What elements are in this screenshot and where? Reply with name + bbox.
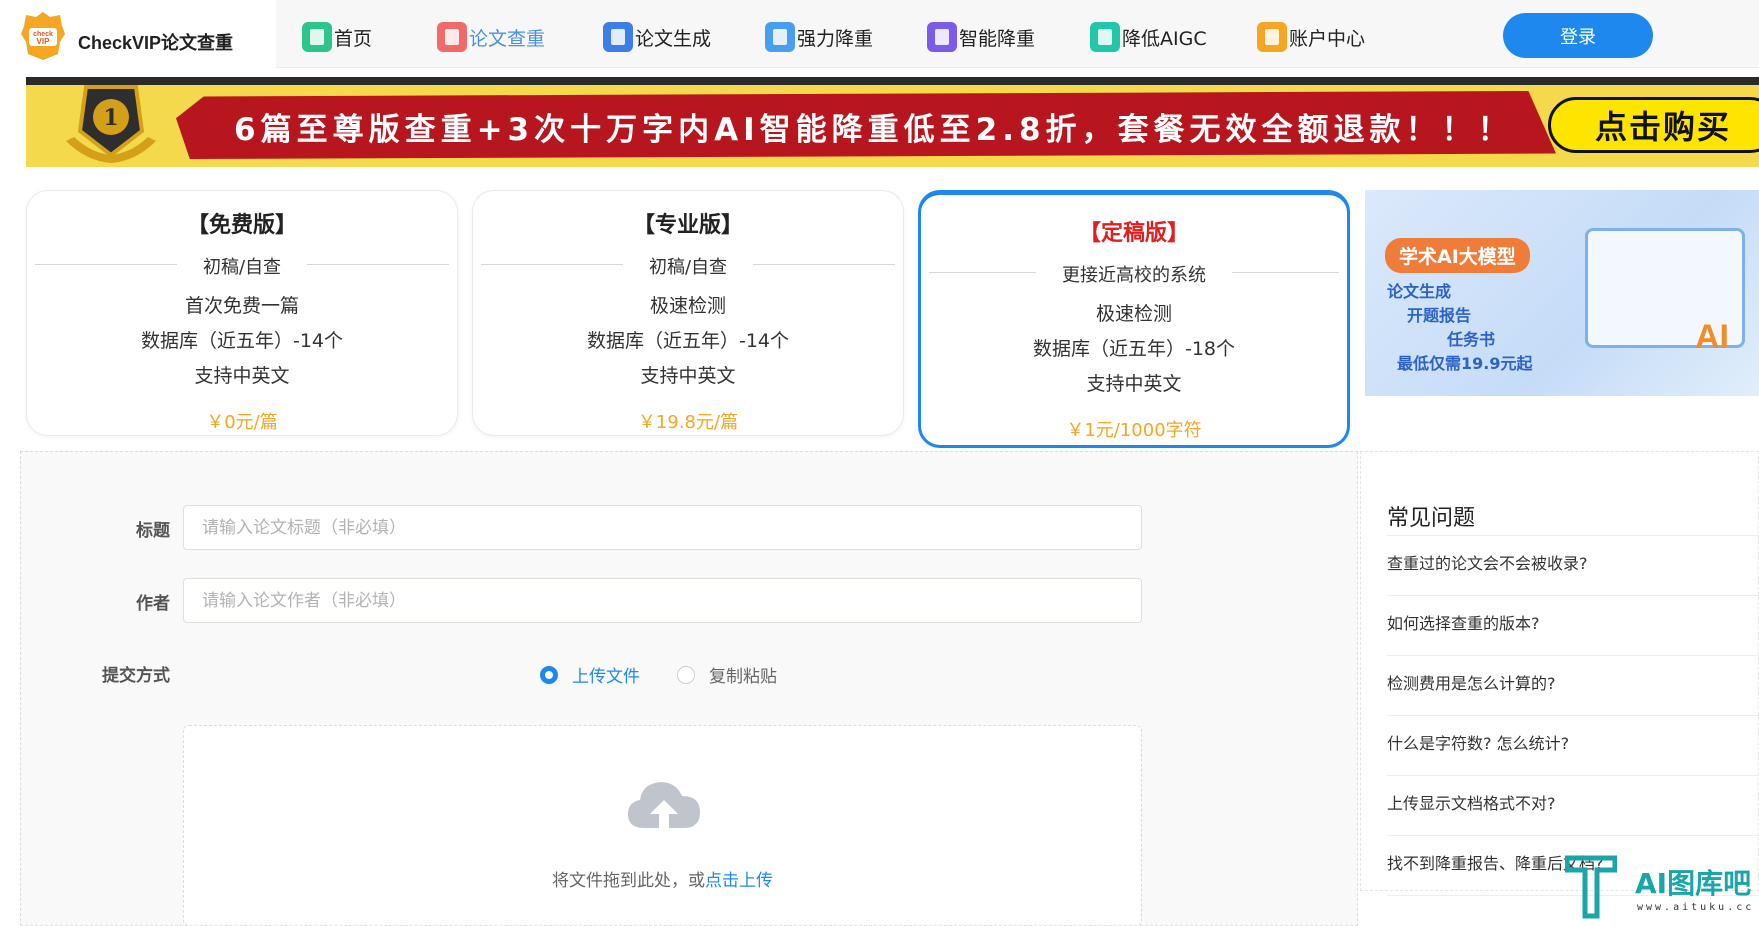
watermark-url: www.aituku.cc: [1637, 902, 1755, 913]
nav-plagiarism-check-label: 论文查重: [469, 27, 546, 50]
plan-subtitle: 初稿/自查: [622, 257, 754, 278]
banner-top-strip: [26, 77, 1759, 85]
radio-upload-file[interactable]: 上传文件: [540, 662, 640, 687]
svg-text:1: 1: [103, 105, 118, 131]
upload-dropzone[interactable]: 将文件拖到此处，或点击上传: [183, 725, 1142, 926]
plan-feature: 支持中英文: [1086, 373, 1182, 395]
nav-reduce-aigc-label: 降低AIGC: [1122, 27, 1207, 50]
plan-feature: 极速检测: [649, 295, 726, 317]
plan-feature: 支持中英文: [194, 365, 290, 387]
promo-line: 任务书: [1447, 330, 1496, 349]
plan-features: 极速检测 数据库（近五年）-14个 支持中英文: [473, 289, 903, 394]
faq-title: 常见问题: [1387, 506, 1476, 531]
nav-account-label: 账户中心: [1289, 27, 1366, 50]
faq-item[interactable]: 如何选择查重的版本?: [1387, 596, 1759, 656]
plan-feature: 首次免费一篇: [184, 295, 299, 317]
home-list-icon: [302, 22, 332, 52]
buy-now-button[interactable]: 点击购买: [1548, 97, 1759, 153]
svg-text:VIP: VIP: [37, 37, 51, 46]
nav-smart-rewrite[interactable]: 智能降重: [927, 22, 1035, 52]
plan-features: 极速检测 数据库（近五年）-18个 支持中英文: [921, 297, 1347, 402]
promo-banner[interactable]: 1 6篇至尊版查重+3次十万字内AI智能降重低至2.8折，套餐无效全额退款！！！…: [26, 77, 1759, 167]
cloud-upload-icon: [628, 782, 700, 832]
radio-copy-paste[interactable]: 复制粘贴: [677, 662, 777, 687]
faq-item[interactable]: 上传显示文档格式不对?: [1387, 776, 1759, 836]
upload-link[interactable]: 点击上传: [705, 871, 773, 891]
author-label: 作者: [136, 594, 170, 614]
ai-label: AI: [1695, 318, 1729, 356]
plan-feature: 极速检测: [1095, 303, 1172, 325]
plan-feature: 数据库（近五年）-18个: [1032, 338, 1236, 360]
promo-line: 最低仅需19.9元起: [1397, 354, 1533, 373]
nav-reduce-aigc[interactable]: 降低AIGC: [1090, 22, 1207, 52]
nav-strong-rewrite-label: 强力降重: [797, 27, 874, 50]
plan-price: ￥1元/1000字符: [1066, 420, 1202, 441]
banner-headline: 6篇至尊版查重+3次十万字内AI智能降重低至2.8折，套餐无效全额退款！！！: [234, 112, 1514, 148]
plan-feature: 数据库（近五年）-14个: [140, 330, 344, 352]
plan-price: ￥19.8元/篇: [637, 412, 739, 433]
upload-hint-text: 将文件拖到此处，或: [552, 871, 705, 891]
radio-label: 复制粘贴: [709, 667, 777, 687]
author-input[interactable]: [183, 578, 1142, 623]
plan-title: 【专业版】: [632, 213, 743, 238]
promo-line: 开题报告: [1407, 306, 1472, 325]
faq-item[interactable]: 查重过的论文会不会被收录?: [1387, 536, 1759, 596]
plan-title: 【定稿版】: [1078, 221, 1189, 246]
plan-card-final[interactable]: 【定稿版】 更接近高校的系统 极速检测 数据库（近五年）-18个 支持中英文 ￥…: [918, 190, 1350, 448]
brand-logo[interactable]: check VIP CheckVIP论文查重: [0, 0, 276, 68]
radio-dot: [540, 665, 558, 684]
plan-card-pro[interactable]: 【专业版】 初稿/自查 极速检测 数据库（近五年）-14个 支持中英文 ￥19.…: [472, 190, 904, 436]
plan-feature: 数据库（近五年）-14个: [586, 330, 790, 352]
nav-home[interactable]: 首页: [302, 22, 372, 52]
nav-home-label: 首页: [334, 27, 373, 50]
document-rewrite-icon: [765, 22, 795, 52]
plan-divider: 初稿/自查: [481, 253, 895, 278]
radio-dot: [677, 665, 695, 684]
nav-paper-generate[interactable]: 论文生成: [603, 22, 711, 52]
grid-icon: [927, 22, 957, 52]
promo-tag: 学术AI大模型: [1385, 238, 1530, 273]
pen-icon: [603, 22, 633, 52]
nav-strong-rewrite[interactable]: 强力降重: [765, 22, 873, 52]
watermark-t-logo-icon: [1565, 855, 1617, 919]
nav-paper-generate-label: 论文生成: [635, 27, 712, 50]
plan-title: 【免费版】: [186, 213, 297, 238]
top-header: check VIP CheckVIP论文查重 首页 论文查重 论文生成 强力降重…: [0, 0, 1759, 68]
nav-plagiarism-check[interactable]: 论文查重: [437, 22, 545, 52]
plan-card-free[interactable]: 【免费版】 初稿/自查 首次免费一篇 数据库（近五年）-14个 支持中英文 ￥0…: [26, 190, 458, 436]
plan-subtitle: 初稿/自查: [176, 257, 308, 278]
plan-feature: 支持中英文: [640, 365, 736, 387]
submit-method-label: 提交方式: [102, 666, 170, 686]
plan-divider: 初稿/自查: [35, 253, 449, 278]
title-label: 标题: [136, 521, 170, 541]
gold-medal-icon: 1: [66, 85, 156, 163]
faq-item[interactable]: 检测费用是怎么计算的?: [1387, 656, 1759, 716]
watermark-text: AI图库吧: [1635, 867, 1752, 900]
radio-label: 上传文件: [572, 667, 640, 687]
title-input[interactable]: [183, 505, 1142, 550]
vip-shield-icon: check VIP: [21, 12, 65, 60]
faq-panel: 常见问题 查重过的论文会不会被收录? 如何选择查重的版本? 检测费用是怎么计算的…: [1360, 451, 1759, 896]
plan-divider: 更接近高校的系统: [929, 261, 1339, 286]
nav-account[interactable]: 账户中心: [1257, 22, 1365, 52]
plan-subtitle: 更接近高校的系统: [1036, 265, 1232, 286]
upload-hint: 将文件拖到此处，或点击上传: [184, 866, 1141, 891]
watermark: AI图库吧 www.aituku.cc: [1565, 854, 1759, 926]
crown-icon: [1257, 22, 1287, 52]
plan-features: 首次免费一篇 数据库（近五年）-14个 支持中英文: [27, 289, 457, 394]
promo-line: 论文生成: [1387, 282, 1452, 301]
document-search-icon: [1090, 22, 1120, 52]
login-button[interactable]: 登录: [1503, 13, 1653, 58]
document-check-icon: [437, 22, 467, 52]
nav-smart-rewrite-label: 智能降重: [959, 27, 1036, 50]
plan-price: ￥0元/篇: [206, 412, 278, 433]
brand-name: CheckVIP论文查重: [78, 33, 234, 53]
faq-item[interactable]: 什么是字符数? 怎么统计?: [1387, 716, 1759, 776]
ai-model-promo[interactable]: 学术AI大模型 论文生成 开题报告 任务书 最低仅需19.9元起 AI: [1365, 190, 1759, 396]
